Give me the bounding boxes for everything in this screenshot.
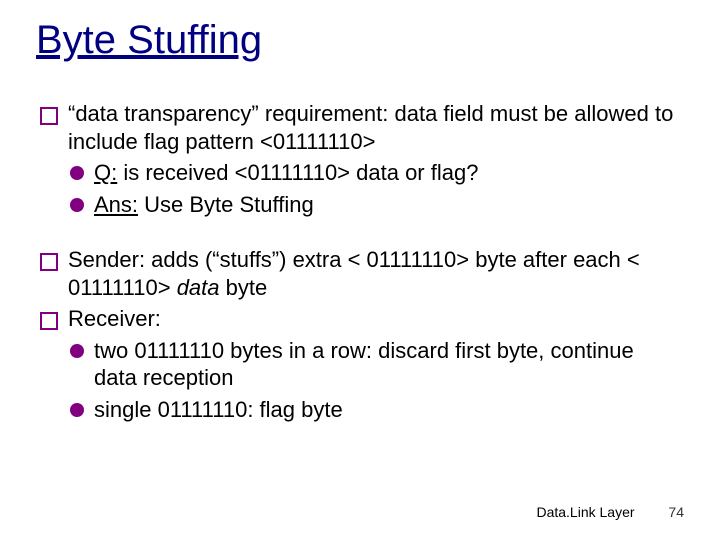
bullet-text: Ans: Use Byte Stuffing [94, 191, 680, 219]
slide: Byte Stuffing “data transparency” requir… [0, 0, 720, 540]
footer-page-number: 74 [668, 504, 684, 520]
sender-text-a: Sender: adds (“stuffs”) extra < 01111110… [68, 247, 640, 300]
circle-bullet-icon [70, 166, 84, 180]
q-rest: is received <01111110> data or flag? [117, 160, 478, 185]
sender-text-tail: byte [220, 275, 268, 300]
square-bullet-icon [40, 107, 58, 125]
slide-body: “data transparency” requirement: data fi… [40, 100, 680, 427]
spacer [40, 222, 680, 246]
circle-bullet-icon [70, 198, 84, 212]
bullet-sender: Sender: adds (“stuffs”) extra < 01111110… [40, 246, 680, 301]
ans-label: Ans: [94, 192, 138, 217]
bullet-text: Q: is received <01111110> data or flag? [94, 159, 680, 187]
sender-text-em: data [177, 275, 220, 300]
bullet-receiver-sub2: single 01111110: flag byte [70, 396, 680, 424]
circle-bullet-icon [70, 344, 84, 358]
bullet-text: Receiver: [68, 305, 680, 333]
slide-footer: Data.Link Layer 74 [536, 504, 684, 520]
bullet-text: single 01111110: flag byte [94, 396, 680, 424]
bullet-receiver-sub1: two 01111110 bytes in a row: discard fir… [70, 337, 680, 392]
slide-title: Byte Stuffing [36, 18, 262, 63]
bullet-q: Q: is received <01111110> data or flag? [70, 159, 680, 187]
q-label: Q: [94, 160, 117, 185]
bullet-text: two 01111110 bytes in a row: discard fir… [94, 337, 680, 392]
footer-label: Data.Link Layer [536, 504, 634, 520]
bullet-text: Sender: adds (“stuffs”) extra < 01111110… [68, 246, 680, 301]
square-bullet-icon [40, 253, 58, 271]
bullet-transparency: “data transparency” requirement: data fi… [40, 100, 680, 155]
bullet-receiver: Receiver: [40, 305, 680, 333]
ans-rest: Use Byte Stuffing [138, 192, 314, 217]
bullet-text: “data transparency” requirement: data fi… [68, 100, 680, 155]
bullet-ans: Ans: Use Byte Stuffing [70, 191, 680, 219]
circle-bullet-icon [70, 403, 84, 417]
square-bullet-icon [40, 312, 58, 330]
